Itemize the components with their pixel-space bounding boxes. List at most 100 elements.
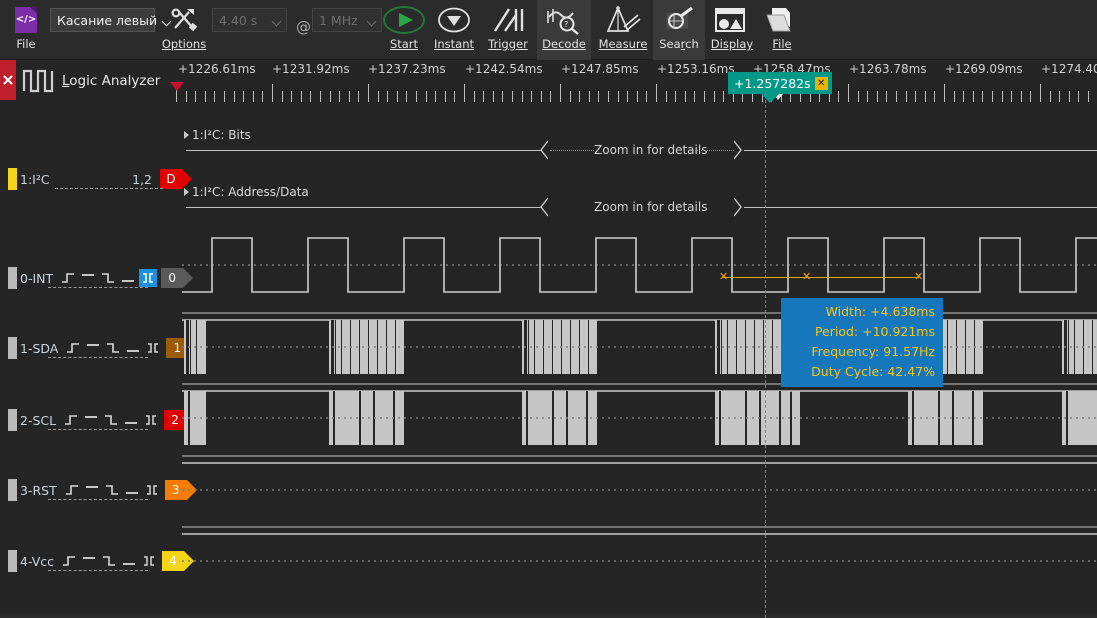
either-edge-icon[interactable]	[140, 552, 158, 570]
display-window-icon	[712, 3, 752, 36]
waveform-int[interactable]	[182, 230, 1097, 302]
falling-edge-icon[interactable]	[99, 269, 117, 287]
tooltip-period: Period: +10.921ms	[815, 322, 935, 342]
close-icon[interactable]	[0, 60, 16, 100]
ruler-label: +1231.92ms	[272, 62, 350, 76]
rising-edge-icon[interactable]	[60, 552, 78, 570]
low-level-icon[interactable]	[122, 411, 140, 429]
expand-triangle-icon[interactable]	[184, 131, 189, 139]
samplerate-select[interactable]: 1 MHz	[312, 8, 382, 32]
measure-button[interactable]: Measure	[594, 0, 652, 60]
chevron-right-icon	[734, 197, 742, 217]
ruler-label: +1247.85ms	[561, 62, 639, 76]
decoder-tag[interactable]: D	[160, 169, 182, 189]
falling-edge-icon[interactable]	[100, 552, 118, 570]
either-edge-icon[interactable]	[144, 339, 162, 357]
ruler-label: +1274.40ms	[1041, 62, 1097, 76]
decoder-hint: Zoom in for details	[594, 200, 707, 214]
falling-edge-icon[interactable]	[102, 411, 120, 429]
measure-handle-right[interactable]: ✕	[914, 273, 923, 281]
falling-edge-icon[interactable]	[103, 481, 121, 499]
measure-handle-left[interactable]: ✕	[719, 273, 728, 281]
falling-edge-icon[interactable]	[104, 339, 122, 357]
cursor-line[interactable]	[765, 95, 766, 618]
tooltip-frequency: Frequency: 91.57Hz	[811, 342, 935, 362]
trigger-type-group[interactable]	[62, 411, 160, 429]
decode-button[interactable]: ? Decode	[537, 0, 591, 60]
channel-number-label: 2	[171, 413, 179, 427]
low-level-icon[interactable]	[123, 481, 141, 499]
channel-color-swatch	[8, 267, 17, 289]
trigger-slope-icon	[491, 3, 525, 36]
trigger-type-group[interactable]	[63, 481, 161, 499]
file-menu-button[interactable]: File	[760, 0, 804, 60]
start-button[interactable]: Start	[382, 0, 426, 60]
rising-edge-icon[interactable]	[62, 411, 80, 429]
channel-color-swatch	[8, 550, 17, 572]
group-channels: 1,2	[132, 172, 152, 187]
channel-dash	[48, 357, 148, 358]
expand-triangle-icon[interactable]	[184, 188, 189, 196]
low-level-icon[interactable]	[119, 269, 137, 287]
toolbar-options-label: Options	[162, 38, 206, 50]
channel-number-label: 3	[172, 483, 180, 497]
ruler-label: +1242.54ms	[465, 62, 543, 76]
device-select[interactable]: Касание левый	[50, 8, 155, 32]
channel-label: 4-Vcc	[20, 554, 54, 569]
high-level-icon[interactable]	[84, 339, 102, 357]
waveform-rst[interactable]	[182, 455, 1097, 523]
waveform-vcc[interactable]	[182, 526, 1097, 594]
instant-button[interactable]: Instant	[429, 0, 479, 60]
either-edge-icon[interactable]	[143, 481, 161, 499]
rising-edge-icon[interactable]	[59, 269, 77, 287]
rising-edge-icon[interactable]	[64, 339, 82, 357]
low-level-icon[interactable]	[120, 552, 138, 570]
channel-label: 3-RST	[20, 483, 57, 498]
chevron-left-icon	[540, 140, 548, 160]
channel-number-tag[interactable]: 0	[161, 268, 183, 288]
channel-number-tag[interactable]: 4	[162, 551, 184, 571]
high-level-icon[interactable]	[83, 481, 101, 499]
channel-dash	[48, 570, 148, 571]
trigger-marker-icon[interactable]	[170, 82, 184, 91]
search-magnifier-icon	[660, 3, 698, 36]
page-title: Logic Analyzer	[62, 73, 160, 89]
toolbar-file-button[interactable]: </> File	[6, 0, 46, 60]
cursor-close-icon[interactable]: ✕	[815, 77, 828, 90]
cursor-flag[interactable]: +1.257282s ✕	[728, 72, 832, 94]
duration-select[interactable]: 4.40 s	[212, 8, 287, 32]
either-edge-icon[interactable]	[142, 411, 160, 429]
horizontal-scrollbar[interactable]	[0, 614, 1097, 618]
toolbar-options-button[interactable]: Options	[160, 0, 208, 60]
rising-edge-icon[interactable]	[63, 481, 81, 499]
high-level-icon[interactable]	[79, 269, 97, 287]
high-level-icon[interactable]	[80, 552, 98, 570]
either-edge-icon[interactable]	[139, 269, 157, 287]
measure-handle-mid[interactable]: ✕	[802, 273, 811, 281]
at-symbol: @	[296, 18, 311, 36]
group-color-swatch	[8, 168, 17, 190]
display-button[interactable]: Display	[706, 0, 758, 60]
search-button[interactable]: Search	[653, 0, 705, 60]
folder-open-icon	[764, 3, 800, 36]
tools-icon	[169, 3, 199, 36]
trigger-button[interactable]: Trigger	[483, 0, 533, 60]
chevron-right-icon	[734, 140, 742, 160]
ruler-label: +1269.09ms	[945, 62, 1023, 76]
waveform-scl[interactable]	[182, 383, 1097, 451]
time-ruler[interactable]: +1226.61ms +1231.92ms +1237.23ms +1242.5…	[176, 62, 1097, 102]
high-level-icon[interactable]	[82, 411, 100, 429]
low-level-icon[interactable]	[124, 339, 142, 357]
trigger-type-group[interactable]	[60, 552, 158, 570]
ruler-label: +1226.61ms	[178, 62, 256, 76]
play-icon	[382, 3, 426, 36]
trigger-type-group[interactable]	[64, 339, 162, 357]
ruler-label: +1237.23ms	[368, 62, 446, 76]
decode-magnifier-icon: ?	[545, 3, 583, 36]
measure-span-line[interactable]	[723, 277, 919, 278]
waveform-area[interactable]: 1:I²C: Bits Zoom in for details 1:I²C: A…	[182, 100, 1097, 618]
waveform-sda[interactable]	[182, 312, 1097, 380]
trigger-type-group[interactable]	[59, 269, 157, 287]
tooltip-width: Width: +4.638ms	[826, 302, 935, 322]
app-file-icon: </>	[15, 3, 37, 36]
